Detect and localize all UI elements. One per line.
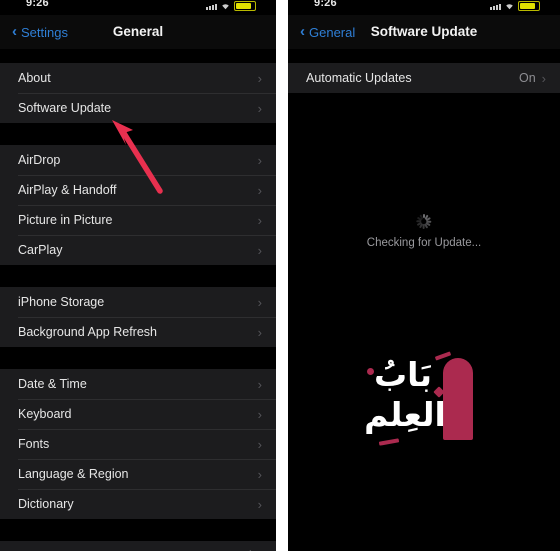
settings-row-date-time[interactable]: Date & Time › (0, 369, 276, 399)
row-label: Dictionary (18, 497, 74, 511)
settings-row-iphone-storage[interactable]: iPhone Storage › (0, 287, 276, 317)
settings-group-info: About › Software Update › (0, 63, 276, 123)
settings-row-picture-in-picture[interactable]: Picture in Picture › (0, 205, 276, 235)
status-bar-indicators (206, 1, 256, 11)
page-title: Software Update (370, 24, 478, 39)
row-label: iPhone Storage (18, 295, 105, 309)
status-bar-time: 9:26 (314, 0, 337, 9)
settings-row-carplay[interactable]: CarPlay › (0, 235, 276, 265)
settings-row-about[interactable]: About › (0, 63, 276, 93)
row-label: VPN (18, 549, 168, 551)
row-value: On (518, 71, 536, 85)
row-label: Language & Region (18, 467, 129, 481)
section-gap (0, 265, 276, 287)
row-label: Picture in Picture (18, 213, 113, 227)
chevron-right-icon: › (257, 466, 262, 482)
watermark-text-top: بَابُ (374, 355, 432, 394)
watermark-text-bottom: العِلم (364, 395, 446, 434)
general-settings-list[interactable]: About › Software Update › AirDrop › AirP… (0, 49, 276, 551)
chevron-right-icon: › (257, 182, 262, 198)
row-label: CarPlay (18, 243, 63, 257)
row-label: Date & Time (18, 377, 87, 391)
section-gap (0, 123, 276, 145)
settings-row-automatic-updates[interactable]: Automatic Updates On › (288, 63, 560, 93)
decorative-dash (378, 438, 400, 446)
settings-group-storage: iPhone Storage › Background App Refresh … (0, 287, 276, 347)
settings-group-connectivity: AirDrop › AirPlay & Handoff › Picture in… (0, 145, 276, 265)
chevron-right-icon: › (257, 100, 262, 116)
right-nav-bar: ‹ General Software Update (288, 15, 560, 49)
settings-row-vpn[interactable]: VPN Not Connected › (0, 541, 276, 551)
settings-row-background-app-refresh[interactable]: Background App Refresh › (0, 317, 276, 347)
settings-row-software-update[interactable]: Software Update › (0, 93, 276, 123)
row-label: Background App Refresh (18, 325, 157, 339)
row-label: AirDrop (18, 153, 61, 167)
settings-group-automatic-updates: Automatic Updates On › (288, 63, 560, 93)
chevron-right-icon: › (257, 242, 262, 258)
chevron-right-icon: › (258, 550, 262, 552)
chevron-right-icon: › (257, 294, 262, 310)
chevron-right-icon: › (257, 324, 262, 340)
battery-icon (518, 1, 540, 11)
right-status-bar: 9:26 (288, 0, 560, 15)
row-value: Not Connected (168, 549, 251, 551)
page-title: General (112, 24, 164, 39)
settings-row-keyboard[interactable]: Keyboard › (0, 399, 276, 429)
row-label: About (18, 71, 51, 85)
settings-row-language-region[interactable]: Language & Region › (0, 459, 276, 489)
chevron-right-icon: › (257, 436, 262, 452)
settings-row-fonts[interactable]: Fonts › (0, 429, 276, 459)
right-phone-screen: 9:26 ‹ General Software Update Automatic… (288, 0, 560, 551)
left-phone-screen: 9:26 ‹ Settings General About › Software… (0, 0, 276, 551)
cellular-signal-icon (490, 3, 501, 10)
loading-spinner-icon (416, 213, 432, 229)
row-label: Automatic Updates (306, 71, 412, 85)
chevron-right-icon: › (257, 406, 262, 422)
chevron-right-icon: › (257, 496, 262, 512)
row-label: Software Update (18, 101, 112, 115)
status-bar-indicators (490, 1, 540, 11)
section-gap (0, 49, 276, 63)
chevron-right-icon: › (257, 152, 262, 168)
chevron-right-icon: › (257, 376, 262, 392)
left-status-bar: 9:26 (0, 0, 276, 15)
update-status-block: Checking for Update... (288, 213, 560, 249)
checking-for-update-text: Checking for Update... (366, 237, 482, 249)
wifi-icon (221, 3, 230, 10)
row-label: Keyboard (18, 407, 72, 421)
row-label: Fonts (18, 437, 50, 451)
settings-group-vpn: VPN Not Connected › (0, 541, 276, 551)
row-label: AirPlay & Handoff (18, 183, 117, 197)
battery-icon (234, 1, 256, 11)
chevron-right-icon: › (257, 70, 262, 86)
screenshot-canvas: 9:26 ‹ Settings General About › Software… (0, 0, 560, 560)
settings-row-airplay-handoff[interactable]: AirPlay & Handoff › (0, 175, 276, 205)
settings-row-dictionary[interactable]: Dictionary › (0, 489, 276, 519)
settings-group-localization: Date & Time › Keyboard › Fonts › Languag… (0, 369, 276, 519)
chevron-right-icon: › (257, 212, 262, 228)
section-gap (0, 347, 276, 369)
section-gap (288, 49, 560, 63)
left-nav-bar: ‹ Settings General (0, 15, 276, 49)
settings-row-airdrop[interactable]: AirDrop › (0, 145, 276, 175)
status-bar-time: 9:26 (26, 0, 49, 9)
section-gap (0, 519, 276, 541)
chevron-right-icon: › (541, 70, 546, 86)
cellular-signal-icon (206, 3, 217, 10)
wifi-icon (505, 3, 514, 10)
watermark-logo: بَابُ العِلم (288, 344, 560, 459)
software-update-body: Automatic Updates On › Checking for Upda… (288, 49, 560, 551)
